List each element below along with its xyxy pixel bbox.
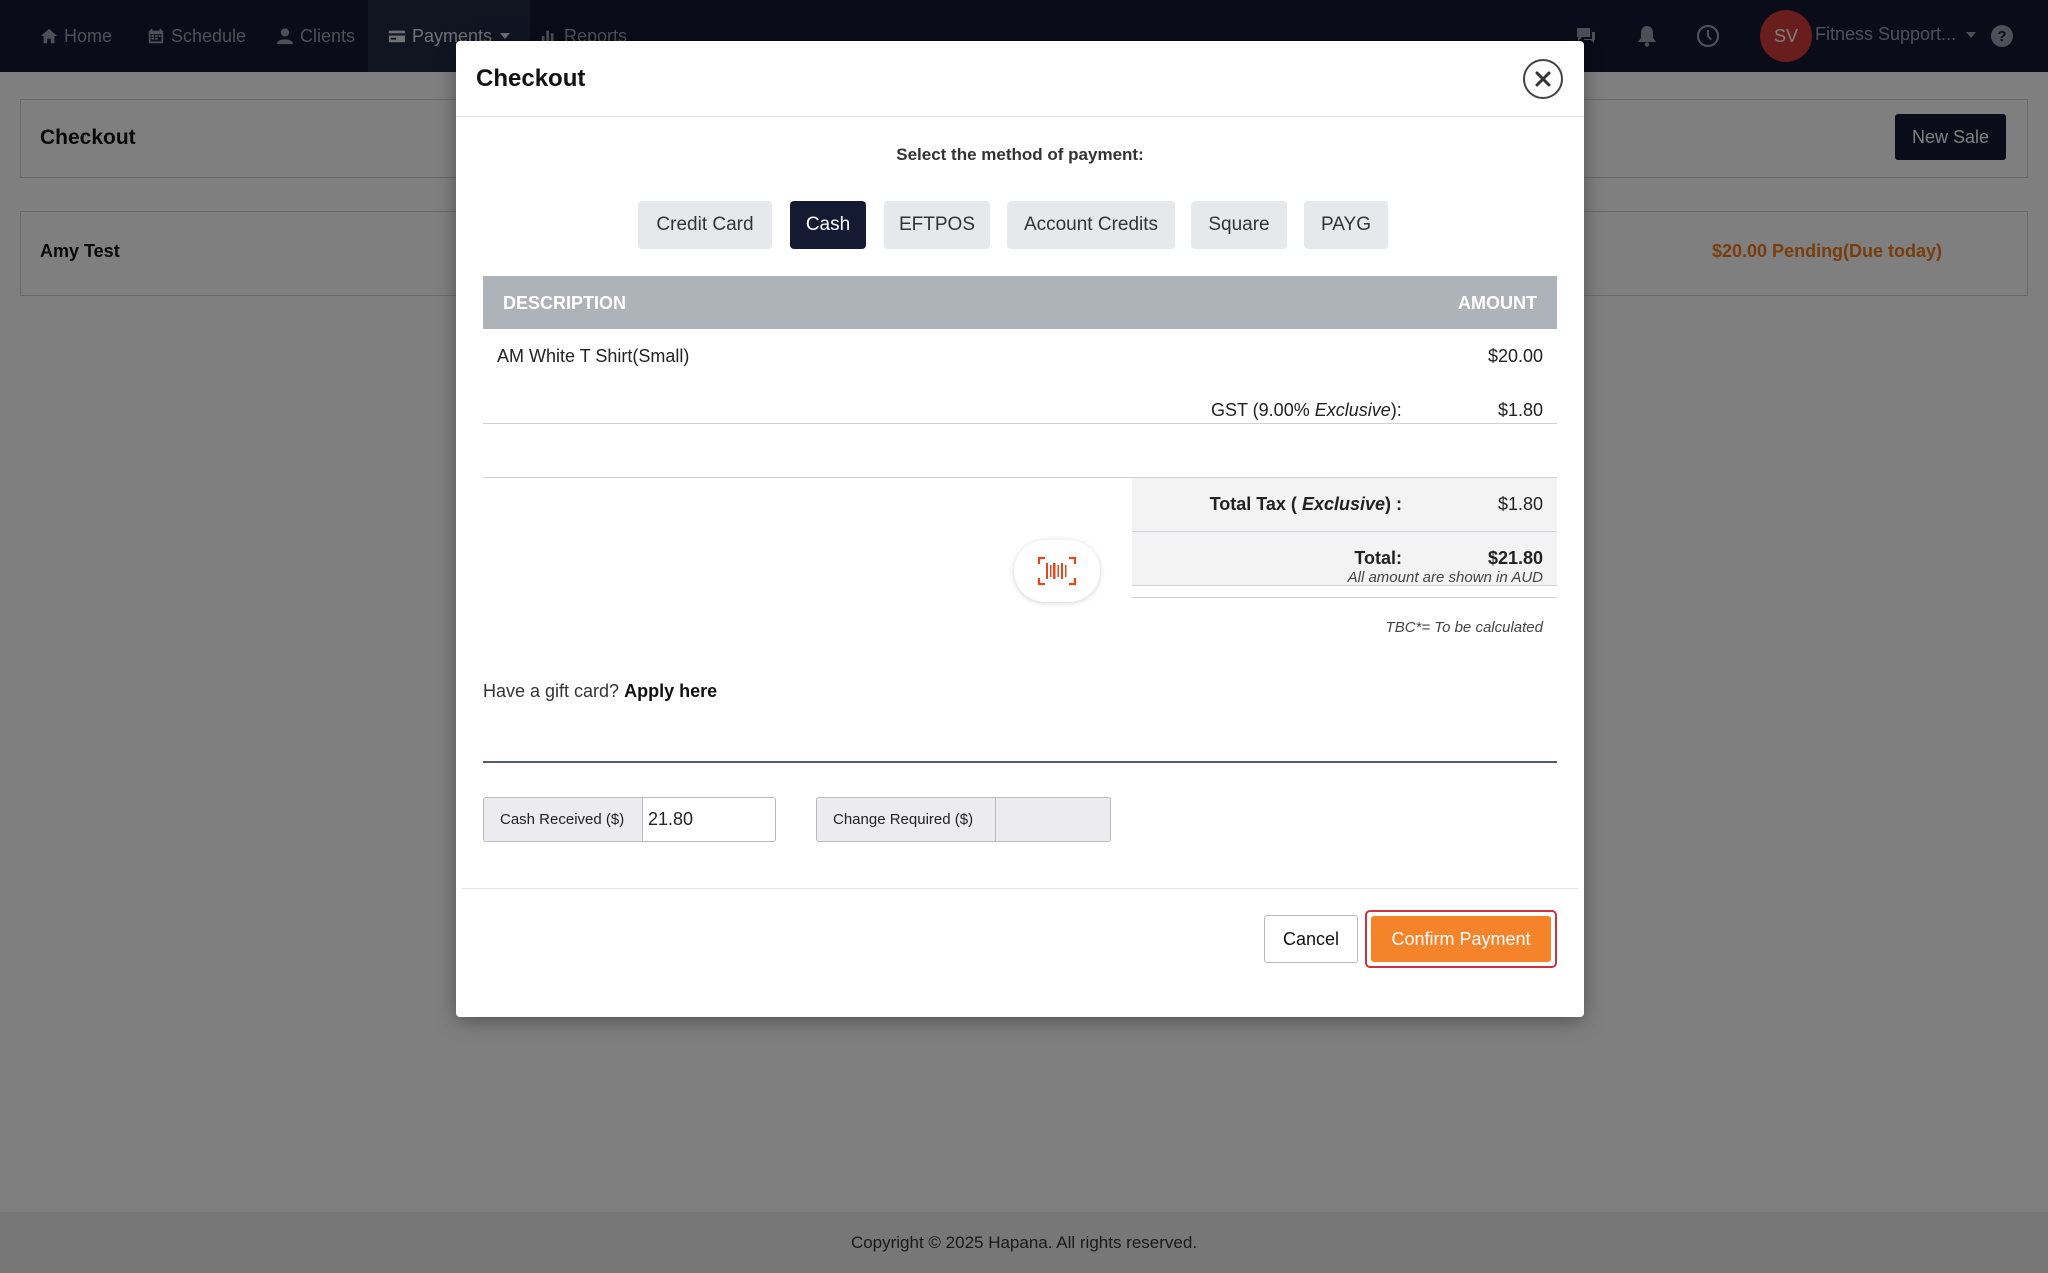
row-divider [1132, 597, 1557, 598]
gift-card-text: Have a gift card? [483, 681, 620, 701]
modal-footer-divider [462, 888, 1578, 889]
row-divider [483, 423, 1557, 424]
column-header-description: DESCRIPTION [503, 293, 627, 313]
gift-card-prompt: Have a gift card? Apply here [483, 681, 717, 702]
column-header-amount: AMOUNT [1458, 293, 1537, 313]
change-required-group: Change Required ($) [816, 797, 1111, 842]
modal-header: Checkout [456, 41, 1584, 117]
cash-received-input[interactable] [643, 798, 775, 841]
payment-method-heading: Select the method of payment: [896, 145, 1144, 164]
change-required-label: Change Required ($) [817, 798, 996, 841]
cash-received-group: Cash Received ($) [483, 797, 776, 842]
payment-method-account-credits[interactable]: Account Credits [1007, 201, 1175, 249]
payment-method-square[interactable]: Square [1191, 201, 1287, 249]
close-button[interactable] [1523, 59, 1563, 99]
payment-method-eftpos[interactable]: EFTPOS [884, 201, 990, 249]
total-value: $21.80 [1487, 548, 1543, 568]
divider [483, 761, 1557, 763]
barcode-scan-button[interactable] [1014, 540, 1100, 602]
gst-label: GST (9.00% Exclusive): [1211, 400, 1402, 420]
barcode-scan-icon [1037, 556, 1077, 586]
item-description: AM White T Shirt(Small) [497, 346, 690, 366]
gst-value: $1.80 [1497, 400, 1543, 420]
table-header: DESCRIPTION AMOUNT [483, 276, 1557, 329]
confirm-payment-button[interactable]: Confirm Payment [1371, 916, 1551, 962]
payment-method-credit-card[interactable]: Credit Card [638, 201, 772, 249]
total-tax-label: Total Tax ( Exclusive) : [1209, 494, 1402, 514]
tbc-note: TBC*= To be calculated [1385, 619, 1543, 636]
total-label: Total: [1354, 548, 1402, 568]
checkout-modal: Checkout Select the method of payment: C… [456, 41, 1584, 1017]
item-amount: $20.00 [1487, 346, 1543, 366]
payment-method-cash[interactable]: Cash [790, 201, 866, 249]
change-required-input [996, 798, 1110, 841]
close-icon [1535, 71, 1551, 87]
apply-gift-card-link[interactable]: Apply here [624, 681, 717, 701]
cancel-button[interactable]: Cancel [1264, 915, 1358, 963]
total-tax-value: $1.80 [1497, 494, 1543, 514]
modal-title: Checkout [476, 65, 586, 92]
currency-note: All amount are shown in AUD [1347, 569, 1543, 586]
cash-received-label: Cash Received ($) [484, 798, 643, 841]
payment-method-payg[interactable]: PAYG [1304, 201, 1388, 249]
total-tax-row: Total Tax ( Exclusive) : $1.80 [1132, 478, 1557, 532]
